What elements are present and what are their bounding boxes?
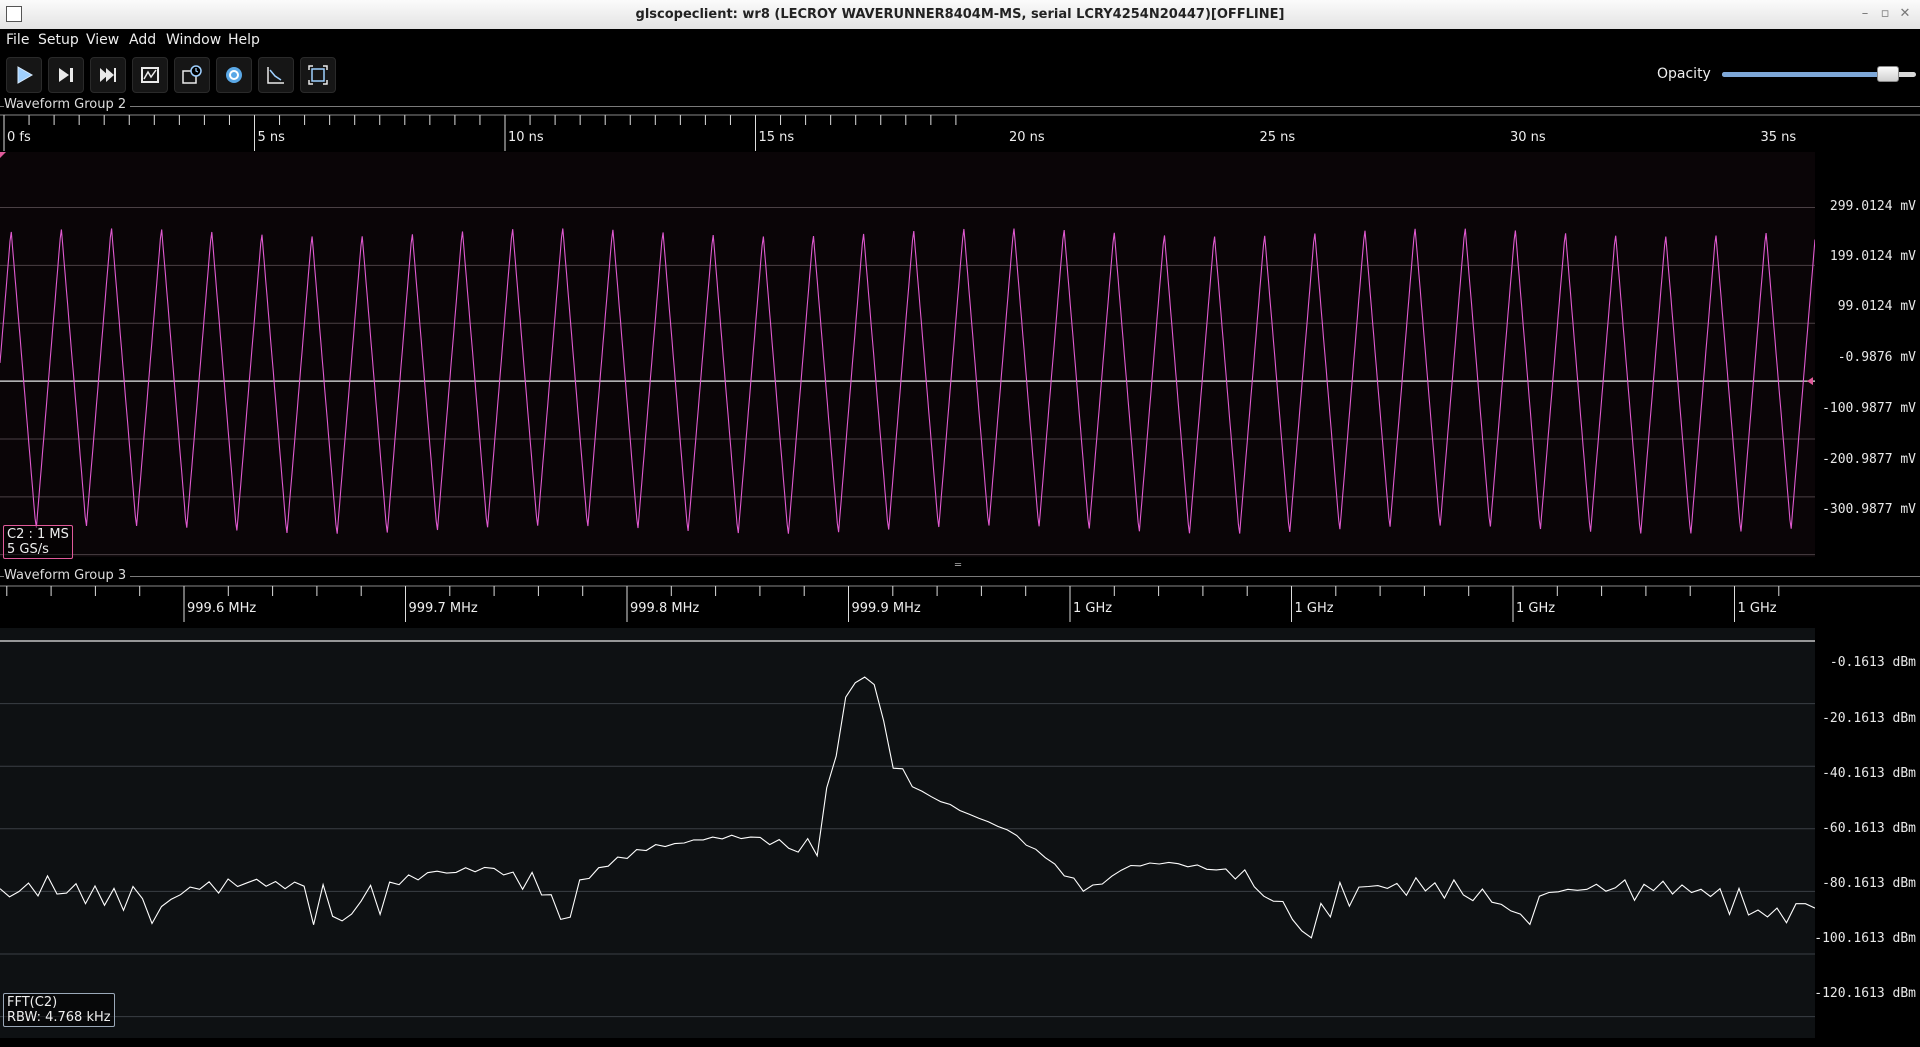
- history-icon: [182, 65, 202, 84]
- freq-tick-label: 999.9 MHz: [852, 601, 921, 616]
- freq-tick-label: 999.7 MHz: [409, 601, 478, 616]
- refresh-button[interactable]: [216, 57, 252, 93]
- y-label: -40.1613 dBm: [1822, 766, 1916, 781]
- opacity-slider-fill: [1722, 72, 1887, 77]
- y-label: -60.1613 dBm: [1822, 821, 1916, 836]
- y-label: -0.1613 dBm: [1829, 655, 1916, 670]
- channel-info-box[interactable]: C2 : 1 MS 5 GS/s: [3, 525, 73, 559]
- fft-info-name: FFT(C2): [7, 995, 58, 1010]
- group3-y-axis[interactable]: -0.1613 dBm -20.1613 dBm -40.1613 dBm -6…: [1814, 628, 1920, 1038]
- menu-view[interactable]: View: [86, 32, 119, 48]
- freq-tick-label: 1 GHz: [1073, 601, 1112, 616]
- group2-label: Waveform Group 2: [4, 97, 131, 112]
- fft-spectrum-trace: [0, 676, 1816, 939]
- menu-help[interactable]: Help: [228, 32, 260, 48]
- force-trigger-icon: [100, 68, 116, 82]
- freq-tick-label: 1 GHz: [1295, 601, 1334, 616]
- menu-file[interactable]: File: [6, 32, 29, 48]
- start-trigger-icon: [17, 66, 34, 84]
- group2-y-axis[interactable]: 299.0124 mV 199.0124 mV 99.0124 mV -0.98…: [1815, 152, 1920, 557]
- opacity-slider-knob[interactable]: [1876, 66, 1899, 82]
- window-title: glscopeclient: wr8 (LECROY WAVERUNNER840…: [635, 7, 1285, 22]
- force-trigger-button[interactable]: [90, 57, 126, 93]
- history-button[interactable]: [174, 57, 210, 93]
- channel-info-rate: 5 GS/s: [7, 542, 49, 557]
- y-label: -300.9877 mV: [1822, 502, 1916, 517]
- y-label: -120.1613 dBm: [1814, 986, 1916, 1001]
- fft-info-rbw: RBW: 4.768 kHz: [7, 1010, 111, 1025]
- trigger-position-marker[interactable]: [0, 152, 6, 158]
- single-trigger-icon: [59, 68, 73, 82]
- start-trigger-button[interactable]: [6, 57, 42, 93]
- window-title-bar: glscopeclient: wr8 (LECROY WAVERUNNER840…: [0, 0, 1920, 30]
- fullscreen-icon: [308, 65, 328, 85]
- fft-info-box[interactable]: FFT(C2) RBW: 4.768 kHz: [3, 993, 115, 1027]
- time-tick-label: 25 ns: [1260, 130, 1296, 145]
- opacity-slider[interactable]: [1722, 66, 1916, 82]
- freq-tick-label: 1 GHz: [1516, 601, 1555, 616]
- time-tick-label: 0 fs: [7, 130, 31, 145]
- group3-label: Waveform Group 3: [4, 568, 131, 583]
- menu-bar: File Setup View Add Window Help: [0, 29, 1920, 51]
- clear-sweeps-icon: [267, 67, 284, 84]
- refresh-icon: [226, 67, 242, 83]
- y-label: -100.1613 dBm: [1814, 931, 1916, 946]
- close-icon[interactable]: ✕: [1897, 6, 1913, 22]
- time-tick-label: 30 ns: [1510, 130, 1546, 145]
- clear-sweeps-button[interactable]: [258, 57, 294, 93]
- y-label: -100.9877 mV: [1822, 401, 1916, 416]
- group2-plot-area[interactable]: [0, 152, 1816, 557]
- y-label: 199.0124 mV: [1829, 249, 1916, 264]
- freq-tick-label: 999.6 MHz: [187, 601, 256, 616]
- group3-frame-line: [0, 576, 1920, 577]
- time-tick-label: 5 ns: [258, 130, 286, 145]
- time-tick-label: 20 ns: [1009, 130, 1045, 145]
- trigger-level-marker[interactable]: [1807, 377, 1813, 386]
- stop-trigger-button[interactable]: [132, 57, 168, 93]
- opacity-label: Opacity: [1657, 66, 1711, 82]
- time-tick-label: 10 ns: [508, 130, 544, 145]
- channel-info-name: C2 : 1 MS: [7, 527, 69, 542]
- maximize-icon[interactable]: ▫: [1877, 6, 1893, 22]
- y-label: -200.9877 mV: [1822, 452, 1916, 467]
- freq-tick-label: 1 GHz: [1738, 601, 1777, 616]
- fullscreen-button[interactable]: [300, 57, 336, 93]
- y-label: 99.0124 mV: [1837, 299, 1916, 314]
- menu-setup[interactable]: Setup: [38, 32, 79, 48]
- group3-plot-area[interactable]: [0, 628, 1816, 1038]
- group-splitter-handle[interactable]: ═: [955, 560, 961, 571]
- y-label: 299.0124 mV: [1829, 199, 1916, 214]
- y-label: -0.9876 mV: [1837, 350, 1916, 365]
- y-label: -20.1613 dBm: [1822, 711, 1916, 726]
- group2-frame-line: [0, 106, 1920, 107]
- group3-freq-axis[interactable]: 999.6 MHz 999.7 MHz 999.8 MHz 999.9 MHz 1 GH…: [0, 585, 1920, 623]
- group2-timeline[interactable]: 0 fs 5 ns 10 ns 15 ns 20 ns 25 ns 30 ns 35 ns: [0, 114, 1920, 152]
- stop-trigger-icon: [141, 67, 159, 83]
- minimize-icon[interactable]: –: [1857, 6, 1873, 22]
- time-tick-label: 15 ns: [759, 130, 795, 145]
- menu-add[interactable]: Add: [129, 32, 156, 48]
- freq-tick-label: 999.8 MHz: [630, 601, 699, 616]
- y-label: -80.1613 dBm: [1822, 876, 1916, 891]
- time-tick-label: 35 ns: [1761, 130, 1797, 145]
- toolbar: [0, 54, 1920, 94]
- menu-window[interactable]: Window: [166, 32, 221, 48]
- single-trigger-button[interactable]: [48, 57, 84, 93]
